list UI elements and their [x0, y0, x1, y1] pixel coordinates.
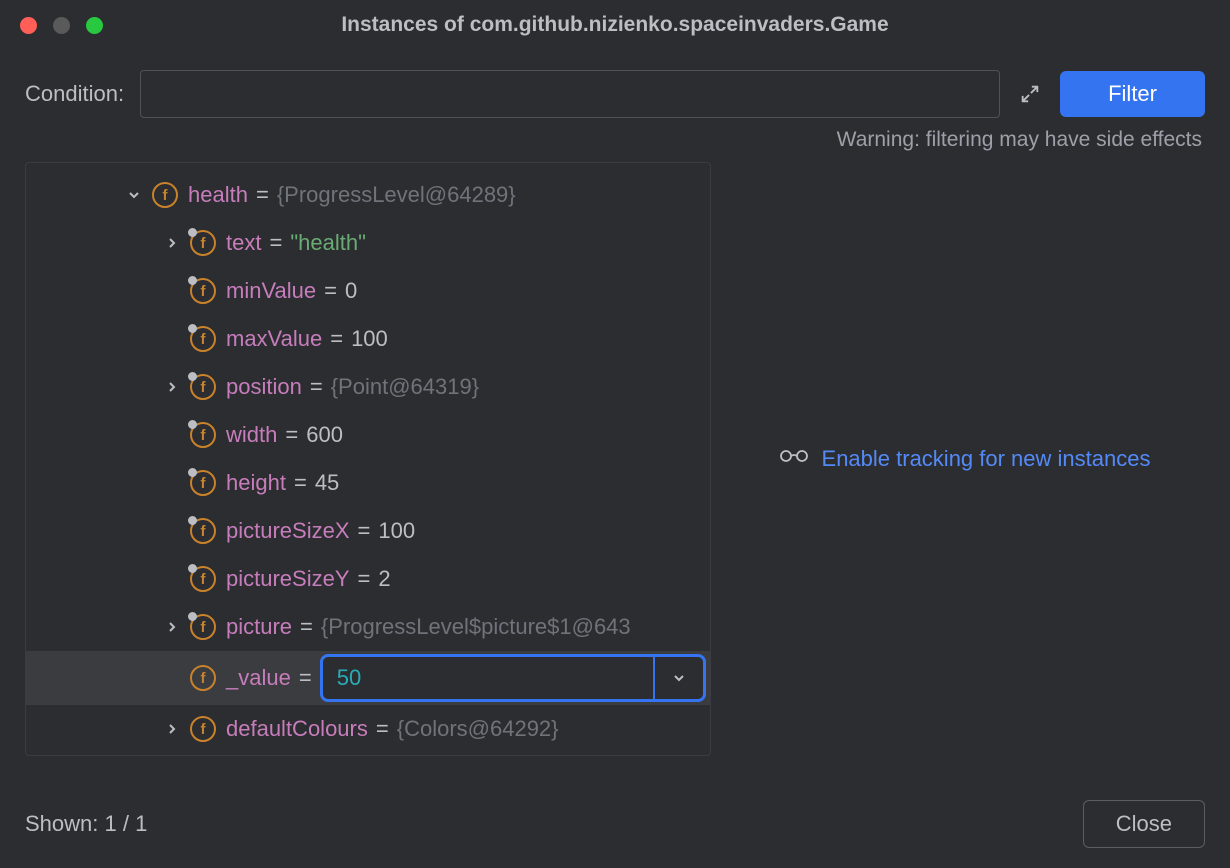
filter-row: Condition: Filter [0, 50, 1230, 122]
var-value: "health" [290, 230, 366, 256]
tree-row-maxvalue[interactable]: f maxValue = 100 [26, 315, 710, 363]
tree-row-picture[interactable]: f picture = {ProgressLevel$picture$1@643 [26, 603, 710, 651]
main-area: f health = {ProgressLevel@64289} f text … [0, 162, 1230, 756]
footer: Shown: 1 / 1 Close [0, 782, 1230, 868]
var-name: maxValue [226, 326, 322, 352]
condition-input[interactable] [140, 70, 1000, 118]
tree-row-height[interactable]: f height = 45 [26, 459, 710, 507]
tree-row-picturesizey[interactable]: f pictureSizeY = 2 [26, 555, 710, 603]
titlebar: Instances of com.github.nizienko.spacein… [0, 0, 1230, 50]
var-name: picture [226, 614, 292, 640]
var-name: pictureSizeY [226, 566, 350, 592]
var-name: position [226, 374, 302, 400]
field-icon: f [190, 518, 216, 544]
var-value: {ProgressLevel@64289} [277, 182, 516, 208]
traffic-lights [20, 17, 103, 34]
var-value: {Point@64319} [331, 374, 479, 400]
tree-row-text[interactable]: f text = "health" [26, 219, 710, 267]
enable-tracking-link[interactable]: Enable tracking for new instances [778, 446, 1151, 472]
var-name: height [226, 470, 286, 496]
value-editor [320, 654, 706, 702]
tree-row-value-editing[interactable]: f _value = [26, 651, 710, 705]
chevron-right-icon[interactable] [160, 379, 184, 395]
tree-row-health[interactable]: f health = {ProgressLevel@64289} [26, 171, 710, 219]
shown-count: Shown: 1 / 1 [25, 811, 147, 837]
var-value: 0 [345, 278, 357, 304]
field-icon: f [190, 278, 216, 304]
var-value: 45 [315, 470, 339, 496]
field-icon: f [152, 182, 178, 208]
enable-tracking-label: Enable tracking for new instances [822, 446, 1151, 472]
field-icon: f [190, 716, 216, 742]
var-value: 600 [306, 422, 343, 448]
minimize-window-icon[interactable] [53, 17, 70, 34]
filter-button[interactable]: Filter [1060, 71, 1205, 117]
tree-row-defaultcolours[interactable]: f defaultColours = {Colors@64292} [26, 705, 710, 753]
tree-row-position[interactable]: f position = {Point@64319} [26, 363, 710, 411]
window-title: Instances of com.github.nizienko.spacein… [0, 13, 1230, 37]
tree-row-minvalue[interactable]: f minValue = 0 [26, 267, 710, 315]
value-editor-dropdown[interactable] [653, 657, 703, 699]
var-name: pictureSizeX [226, 518, 350, 544]
field-icon: f [190, 374, 216, 400]
chevron-right-icon[interactable] [160, 721, 184, 737]
maximize-window-icon[interactable] [86, 17, 103, 34]
field-icon: f [190, 665, 216, 691]
chevron-right-icon[interactable] [160, 619, 184, 635]
field-icon: f [190, 326, 216, 352]
field-icon: f [190, 566, 216, 592]
tree-panel[interactable]: f health = {ProgressLevel@64289} f text … [25, 162, 711, 756]
var-name: text [226, 230, 261, 256]
var-value: 100 [378, 518, 415, 544]
var-name: defaultColours [226, 716, 368, 742]
var-name: health [188, 182, 248, 208]
chevron-right-icon[interactable] [160, 235, 184, 251]
field-icon: f [190, 470, 216, 496]
value-editor-input[interactable] [323, 665, 653, 691]
filter-warning: Warning: filtering may have side effects [0, 122, 1230, 162]
var-name: minValue [226, 278, 316, 304]
field-icon: f [190, 614, 216, 640]
expand-icon[interactable] [1016, 80, 1044, 108]
var-value: {Colors@64292} [397, 716, 559, 742]
field-icon: f [190, 230, 216, 256]
var-value: 100 [351, 326, 388, 352]
field-icon: f [190, 422, 216, 448]
tree-row-width[interactable]: f width = 600 [26, 411, 710, 459]
tree-row-picturesizex[interactable]: f pictureSizeX = 100 [26, 507, 710, 555]
side-panel: Enable tracking for new instances [723, 162, 1205, 756]
var-name: width [226, 422, 277, 448]
glasses-icon [778, 447, 810, 471]
condition-label: Condition: [25, 81, 124, 107]
close-button[interactable]: Close [1083, 800, 1205, 848]
var-value: {ProgressLevel$picture$1@643 [321, 614, 631, 640]
close-window-icon[interactable] [20, 17, 37, 34]
chevron-down-icon[interactable] [122, 187, 146, 203]
var-name: _value [226, 665, 291, 691]
var-value: 2 [378, 566, 390, 592]
